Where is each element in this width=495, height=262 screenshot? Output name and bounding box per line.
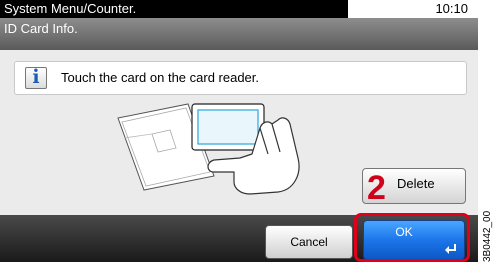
bottom-bar: Cancel OK (0, 215, 478, 262)
device-screen: System Menu/Counter. 10:10 ID Card Info.… (0, 0, 478, 262)
delete-button-label: Delete (397, 176, 435, 191)
info-icon: i (25, 66, 47, 89)
message-text: Touch the card on the card reader. (61, 70, 260, 85)
ok-button[interactable]: OK (363, 220, 465, 260)
enter-icon (445, 244, 456, 254)
screen-header: ID Card Info. (0, 18, 478, 50)
step-number-annotation: 2 (367, 169, 386, 207)
figure-code-text: 3B0442_00 (482, 210, 493, 262)
ok-button-label: OK (395, 225, 413, 239)
status-title: System Menu/Counter. (0, 0, 348, 18)
status-time: 10:10 (435, 1, 468, 16)
status-bar: System Menu/Counter. 10:10 (0, 0, 478, 18)
message-box: i Touch the card on the card reader. (14, 61, 467, 95)
cancel-button[interactable]: Cancel (265, 225, 353, 259)
id-card-shape (191, 103, 265, 151)
hand-touch-card-reader-icon (117, 103, 300, 195)
